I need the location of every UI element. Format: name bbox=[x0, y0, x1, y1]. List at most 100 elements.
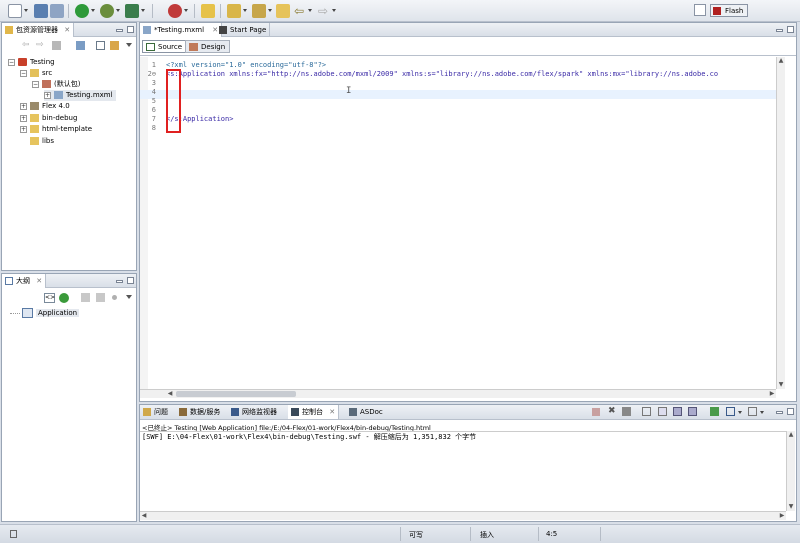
profile-icon[interactable] bbox=[125, 4, 139, 18]
run-icon[interactable] bbox=[75, 4, 89, 18]
vertical-scrollbar[interactable]: ▲ ▼ bbox=[776, 57, 785, 389]
flash-perspective-button[interactable]: Flash bbox=[710, 4, 749, 17]
scroll-left-icon[interactable]: ◀ bbox=[140, 512, 148, 520]
edit-icon[interactable] bbox=[201, 4, 215, 18]
tab-network-monitor[interactable]: 网络监视器 bbox=[228, 405, 280, 419]
back-dropdown-icon[interactable] bbox=[308, 9, 312, 12]
maximize-icon[interactable] bbox=[127, 26, 134, 33]
scroll-down-icon[interactable]: ▼ bbox=[787, 503, 795, 511]
scroll-thumb[interactable] bbox=[176, 391, 296, 397]
new-icon[interactable] bbox=[8, 4, 22, 18]
outline-item-application[interactable]: Application bbox=[22, 308, 80, 319]
minimize-icon[interactable] bbox=[776, 411, 783, 414]
collapse-icon[interactable]: − bbox=[8, 58, 15, 66]
view-menu-icon[interactable] bbox=[126, 295, 132, 299]
tree-item-flex-sdk[interactable]: + Flex 4.0 bbox=[20, 101, 70, 112]
scroll-up-icon[interactable]: ▲ bbox=[777, 57, 785, 65]
pin-console-icon[interactable] bbox=[710, 407, 719, 416]
tab-testing-mxml[interactable]: *Testing.mxml ✕ bbox=[140, 23, 223, 37]
back-icon[interactable]: ⇦ bbox=[22, 41, 31, 50]
scroll-lock-icon[interactable] bbox=[658, 407, 667, 416]
close-icon[interactable]: ✕ bbox=[36, 277, 42, 285]
remove-all-icon[interactable] bbox=[622, 407, 631, 416]
maximize-icon[interactable] bbox=[127, 277, 134, 284]
tree-item-default-package[interactable]: − (默认包) bbox=[32, 79, 80, 90]
run-dropdown-icon[interactable] bbox=[91, 9, 95, 12]
hide-fields-icon[interactable] bbox=[96, 293, 105, 302]
previous-annotation-icon[interactable] bbox=[252, 4, 266, 18]
design-mode-button[interactable]: Design bbox=[185, 40, 231, 53]
collapse-icon[interactable]: − bbox=[32, 80, 39, 88]
up-icon[interactable] bbox=[52, 41, 61, 50]
terminate-icon[interactable] bbox=[592, 408, 600, 416]
maximize-icon[interactable] bbox=[787, 26, 794, 33]
tab-problems[interactable]: 问题 bbox=[140, 405, 171, 419]
maximize-icon[interactable] bbox=[787, 408, 794, 415]
next-annotation-dropdown-icon[interactable] bbox=[243, 9, 247, 12]
tree-item-project[interactable]: − Testing bbox=[8, 57, 55, 68]
scroll-right-icon[interactable]: ▶ bbox=[778, 512, 786, 520]
expand-icon[interactable]: + bbox=[20, 102, 27, 110]
display-console-dropdown-icon[interactable] bbox=[738, 411, 742, 414]
tree-item-src[interactable]: − src bbox=[20, 68, 52, 79]
expand-icon[interactable]: + bbox=[20, 125, 27, 133]
scroll-left-icon[interactable]: ◀ bbox=[166, 390, 174, 398]
horizontal-scrollbar[interactable]: ◀ ▶ bbox=[140, 389, 776, 398]
forward-icon[interactable]: ⇨ bbox=[316, 4, 330, 18]
back-icon[interactable]: ⇦ bbox=[292, 4, 306, 18]
tab-data-services[interactable]: 数据/服务 bbox=[176, 405, 223, 419]
tab-start-page[interactable]: Start Page bbox=[216, 23, 271, 37]
profile-dropdown-icon[interactable] bbox=[141, 9, 145, 12]
collapse-icon[interactable]: − bbox=[20, 69, 27, 77]
open-perspective-icon[interactable] bbox=[694, 4, 706, 16]
expand-icon[interactable]: + bbox=[44, 91, 51, 99]
tab-package-explorer[interactable]: 包资源管理器 ✕ bbox=[2, 23, 75, 37]
expand-icon[interactable]: + bbox=[20, 114, 27, 122]
external-tools-dropdown-icon[interactable] bbox=[184, 9, 188, 12]
debug-icon[interactable] bbox=[100, 4, 114, 18]
tree-item-bin-debug[interactable]: + bin-debug bbox=[20, 113, 77, 124]
tree-item-testing-mxml[interactable]: + Testing.mxml bbox=[44, 90, 116, 101]
debug-dropdown-icon[interactable] bbox=[116, 9, 120, 12]
scroll-right-icon[interactable]: ▶ bbox=[768, 390, 776, 398]
clear-console-icon[interactable] bbox=[642, 407, 651, 416]
tab-outline[interactable]: 大纲 ✕ bbox=[2, 274, 47, 288]
minimize-icon[interactable] bbox=[116, 29, 123, 32]
close-icon[interactable]: ✕ bbox=[64, 26, 70, 34]
next-annotation-icon[interactable] bbox=[227, 4, 241, 18]
minimize-icon[interactable] bbox=[116, 280, 123, 283]
tree-item-html-template[interactable]: + html-template bbox=[20, 124, 92, 135]
tree-item-libs[interactable]: libs bbox=[30, 136, 54, 147]
view-menu-icon[interactable] bbox=[126, 43, 132, 47]
source-view-icon[interactable]: <> bbox=[44, 293, 55, 303]
remove-launch-icon[interactable]: ✖ bbox=[608, 407, 616, 416]
console-vertical-scrollbar[interactable]: ▲ ▼ bbox=[786, 431, 795, 511]
save-all-icon[interactable] bbox=[50, 4, 64, 18]
minimize-icon[interactable] bbox=[776, 29, 783, 32]
scroll-up-icon[interactable]: ▲ bbox=[787, 431, 795, 439]
show-on-error-icon[interactable] bbox=[688, 407, 697, 416]
forward-icon[interactable]: ⇨ bbox=[36, 41, 45, 50]
open-console-icon[interactable] bbox=[748, 407, 757, 416]
close-icon[interactable]: ✕ bbox=[329, 408, 335, 416]
link-with-editor-icon[interactable] bbox=[96, 41, 105, 50]
console-output-area[interactable]: [SWF] E:\04-Flex\01-work\Flex4\bin-debug… bbox=[140, 431, 786, 511]
previous-annotation-dropdown-icon[interactable] bbox=[268, 9, 272, 12]
display-console-icon[interactable] bbox=[726, 407, 735, 416]
last-edit-location-icon[interactable] bbox=[276, 4, 290, 18]
sort-icon[interactable] bbox=[81, 293, 90, 302]
filter-icon[interactable] bbox=[110, 41, 119, 50]
tab-console[interactable]: 控制台 ✕ bbox=[288, 405, 340, 419]
fast-view-icon[interactable] bbox=[10, 530, 17, 538]
scroll-down-icon[interactable]: ▼ bbox=[777, 381, 785, 389]
hide-nonpublic-icon[interactable] bbox=[112, 295, 117, 300]
code-editor[interactable]: 1 2⊖ 3 4 5 6 7 8 <?xml version="1.0" enc… bbox=[140, 57, 776, 389]
tab-asdoc[interactable]: ASDoc bbox=[346, 405, 386, 419]
console-horizontal-scrollbar[interactable]: ◀ ▶ bbox=[140, 511, 786, 520]
external-tools-icon[interactable] bbox=[168, 4, 182, 18]
open-console-dropdown-icon[interactable] bbox=[760, 411, 764, 414]
forward-dropdown-icon[interactable] bbox=[332, 9, 336, 12]
refresh-icon[interactable] bbox=[59, 293, 69, 303]
source-mode-button[interactable]: Source bbox=[142, 40, 188, 53]
show-on-output-icon[interactable] bbox=[673, 407, 682, 416]
